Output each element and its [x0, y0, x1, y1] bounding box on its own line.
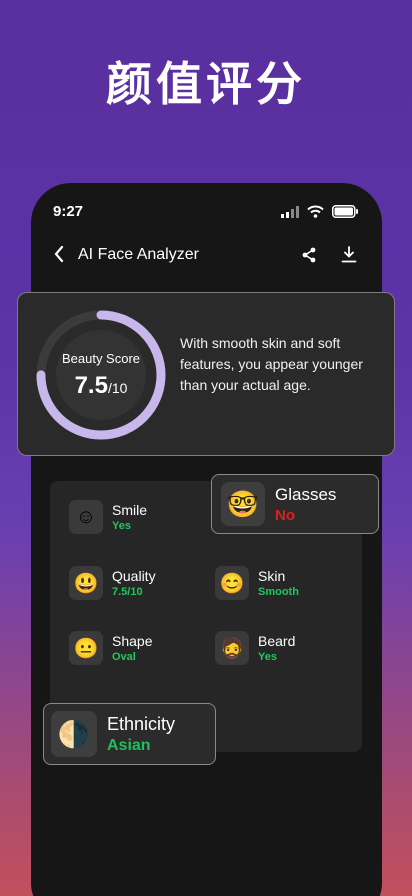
page-title: AI Face Analyzer [78, 246, 199, 263]
glasses-name: Glasses [275, 484, 337, 504]
attribute-value: Smooth [258, 586, 299, 598]
download-button[interactable] [341, 246, 357, 268]
shape-icon: 😐 [69, 631, 103, 665]
ethnicity-value: Asian [107, 736, 151, 754]
beard-icon: 🧔 [215, 631, 249, 665]
score-max: /10 [107, 380, 128, 396]
quality-icon: 😃 [69, 566, 103, 600]
attribute-beard[interactable]: 🧔 Beard Yes [215, 631, 295, 665]
score-value: 7.5 [74, 372, 108, 399]
attribute-quality[interactable]: 😃 Quality 7.5/10 [69, 566, 156, 600]
back-button[interactable] [53, 245, 65, 269]
download-icon [341, 246, 357, 263]
score-label: Beauty Score [61, 351, 141, 366]
score-value-group: 7.5/10 [34, 372, 168, 400]
attribute-name: Skin [258, 568, 286, 584]
status-icons [281, 205, 358, 218]
attribute-value: Oval [112, 651, 136, 663]
attribute-name: Smile [112, 502, 148, 518]
ethnicity-icon: 🌗 [51, 711, 97, 757]
attribute-value: Yes [112, 520, 131, 532]
status-time: 9:27 [53, 203, 84, 220]
status-bar: 9:27 [31, 183, 382, 243]
signal-icon [281, 205, 299, 218]
share-button[interactable] [301, 247, 317, 268]
beauty-score-card: Beauty Score 7.5/10 With smooth skin and… [17, 292, 395, 456]
score-description: With smooth skin and soft features, you … [180, 335, 363, 393]
hero-title: 颜值评分 [106, 57, 306, 111]
attribute-smile[interactable]: ☺ Smile Yes [69, 500, 147, 534]
attribute-shape[interactable]: 😐 Shape Oval [69, 631, 152, 665]
attribute-name: Shape [112, 633, 153, 649]
attribute-name: Quality [112, 568, 156, 584]
wifi-icon [307, 205, 324, 218]
smile-icon: ☺ [69, 500, 103, 534]
attribute-value: Yes [258, 651, 277, 663]
nav-bar: AI Face Analyzer [31, 241, 382, 271]
attribute-value: 7.5/10 [112, 586, 143, 598]
attribute-name: Beard [258, 633, 296, 649]
attribute-skin[interactable]: 😊 Skin Smooth [215, 566, 299, 600]
ethnicity-name: Ethnicity [107, 713, 176, 734]
chevron-left-icon [54, 245, 64, 263]
glasses-value: No [275, 506, 295, 524]
skin-icon: 😊 [215, 566, 249, 600]
battery-icon [332, 205, 358, 218]
score-ring: Beauty Score 7.5/10 [34, 308, 168, 442]
share-icon [302, 247, 316, 263]
glasses-icon: 🤓 [221, 482, 265, 526]
glasses-card[interactable]: 🤓 Glasses No [211, 474, 379, 534]
ethnicity-card[interactable]: 🌗 Ethnicity Asian [43, 703, 216, 765]
